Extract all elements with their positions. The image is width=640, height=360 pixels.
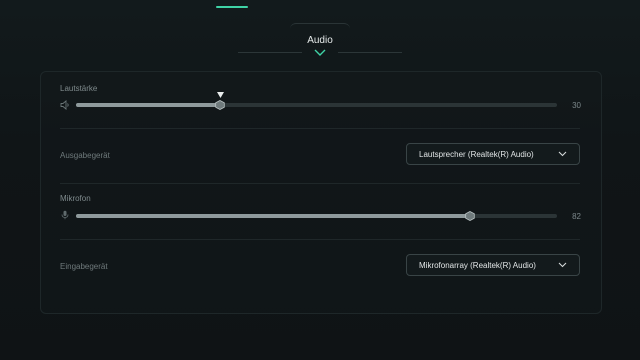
speaker-icon [60,100,69,110]
chevron-down-icon [558,151,567,157]
volume-label: Lautstärke [60,84,98,93]
volume-slider[interactable] [76,103,557,107]
slider-position-marker [216,92,224,98]
row-divider [60,239,580,240]
input-device-selected: Mikrofonarray (Realtek(R) Audio) [419,261,536,270]
audio-settings-panel [40,71,602,314]
output-device-label: Ausgabegerät [60,151,110,160]
row-divider [60,128,580,129]
row-divider [60,183,580,184]
output-device-dropdown[interactable]: Lautsprecher (Realtek(R) Audio) [406,143,580,165]
volume-slider-thumb[interactable] [215,100,225,110]
microphone-slider-thumb[interactable] [465,211,476,221]
tab-audio[interactable]: Audio [290,35,350,46]
output-device-selected: Lautsprecher (Realtek(R) Audio) [419,150,534,159]
header-divider-right [338,52,402,53]
microphone-label: Mikrofon [60,194,91,203]
microphone-icon [61,210,69,220]
input-device-dropdown[interactable]: Mikrofonarray (Realtek(R) Audio) [406,254,580,276]
volume-value: 30 [572,101,581,110]
chevron-down-icon [558,262,567,268]
volume-slider-fill [76,103,221,107]
header-decoration [290,23,350,30]
top-tab-indicator [216,6,248,8]
microphone-value: 82 [572,212,581,221]
microphone-slider[interactable] [76,214,557,218]
microphone-slider-fill [76,214,471,218]
caret-down-icon [314,49,326,56]
header-divider-left [238,52,302,53]
input-device-label: Eingabegerät [60,262,108,271]
